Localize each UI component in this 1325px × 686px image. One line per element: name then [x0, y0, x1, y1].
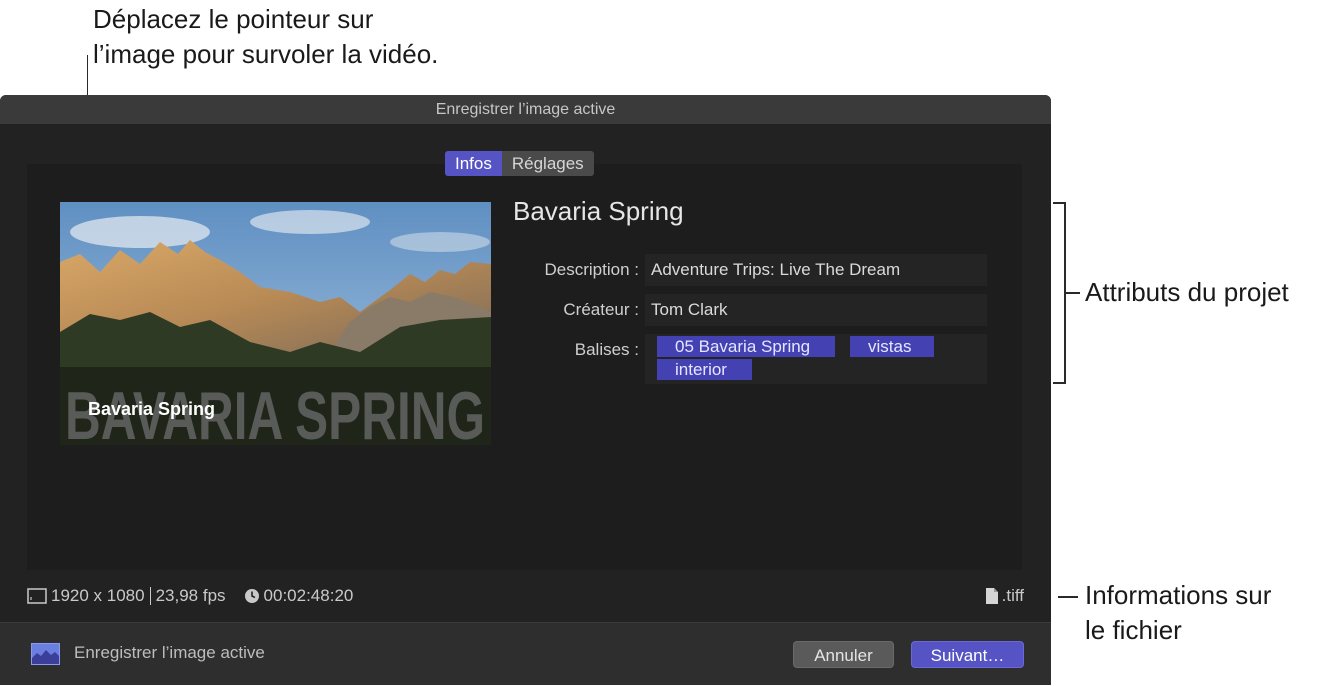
status-divider: [149, 587, 151, 605]
mountain-image: BAVARIA SPRING Bavaria Spring: [60, 202, 491, 445]
fps-value: 23,98 fps: [155, 586, 226, 605]
resolution-value: 1920 x 1080: [51, 586, 145, 605]
tag-item[interactable]: interior: [657, 359, 752, 380]
file-info: .tiff: [985, 586, 1024, 606]
callout-pointer-line1: Déplacez le pointeur sur: [93, 4, 374, 34]
callout-file-info-leader: [1058, 596, 1078, 598]
cancel-button[interactable]: Annuler: [793, 641, 894, 668]
creator-label: Créateur :: [563, 300, 639, 319]
callout-pointer: Déplacez le pointeur sur l’image pour su…: [93, 2, 438, 72]
next-button[interactable]: Suivant…: [911, 641, 1024, 668]
tab-infos[interactable]: Infos: [445, 151, 502, 176]
video-thumbnail[interactable]: BAVARIA SPRING Bavaria Spring: [60, 202, 491, 445]
share-dialog: Enregistrer l’image active Infos Réglage…: [0, 95, 1051, 685]
tags-field[interactable]: 05 Bavaria Spring vistas interior: [645, 334, 987, 384]
clock-icon: [244, 589, 259, 603]
description-label: Description :: [544, 260, 639, 279]
callout-file-info-line2: le fichier: [1085, 615, 1182, 645]
duration-value: 00:02:48:20: [263, 586, 354, 605]
tags-label: Balises :: [574, 340, 639, 359]
tab-reglages[interactable]: Réglages: [501, 151, 594, 176]
footer-destination-label: Enregistrer l’image active: [74, 643, 265, 662]
project-title: Bavaria Spring: [513, 196, 684, 226]
file-extension: .tiff: [1001, 586, 1024, 605]
callout-attributes-bracket-top: [1053, 202, 1066, 204]
thumbnail-caption: Bavaria Spring: [88, 399, 215, 419]
destination-icon: [31, 643, 60, 665]
creator-field[interactable]: Tom Clark: [645, 294, 987, 326]
tag-item[interactable]: 05 Bavaria Spring: [657, 336, 835, 357]
callout-attributes-leader: [1066, 292, 1080, 294]
description-row: Description : Adventure Trips: Live The …: [515, 254, 987, 286]
description-field[interactable]: Adventure Trips: Live The Dream: [645, 254, 987, 286]
callout-pointer-line2: l’image pour survoler la vidéo.: [93, 39, 439, 69]
document-icon: [985, 588, 998, 604]
callout-file-info: Informations sur le fichier: [1085, 578, 1271, 648]
frame-size-icon: [27, 588, 47, 604]
dialog-footer: Enregistrer l’image active Annuler Suiva…: [0, 622, 1051, 685]
tags-row: Balises : 05 Bavaria Spring vistas inter…: [515, 334, 987, 384]
creator-row: Créateur : Tom Clark: [515, 294, 987, 326]
status-bar: 1920 x 1080 23,98 fps 00:02:48:20: [27, 586, 353, 606]
callout-file-info-line1: Informations sur: [1085, 580, 1272, 610]
mountain-mini-icon: [32, 644, 59, 664]
callout-attributes-bracket-bottom: [1053, 382, 1066, 384]
tab-switcher: Infos Réglages: [445, 151, 594, 176]
tag-item[interactable]: vistas: [850, 336, 934, 357]
dialog-title: Enregistrer l’image active: [0, 95, 1051, 124]
callout-attributes: Attributs du projet: [1085, 277, 1289, 307]
